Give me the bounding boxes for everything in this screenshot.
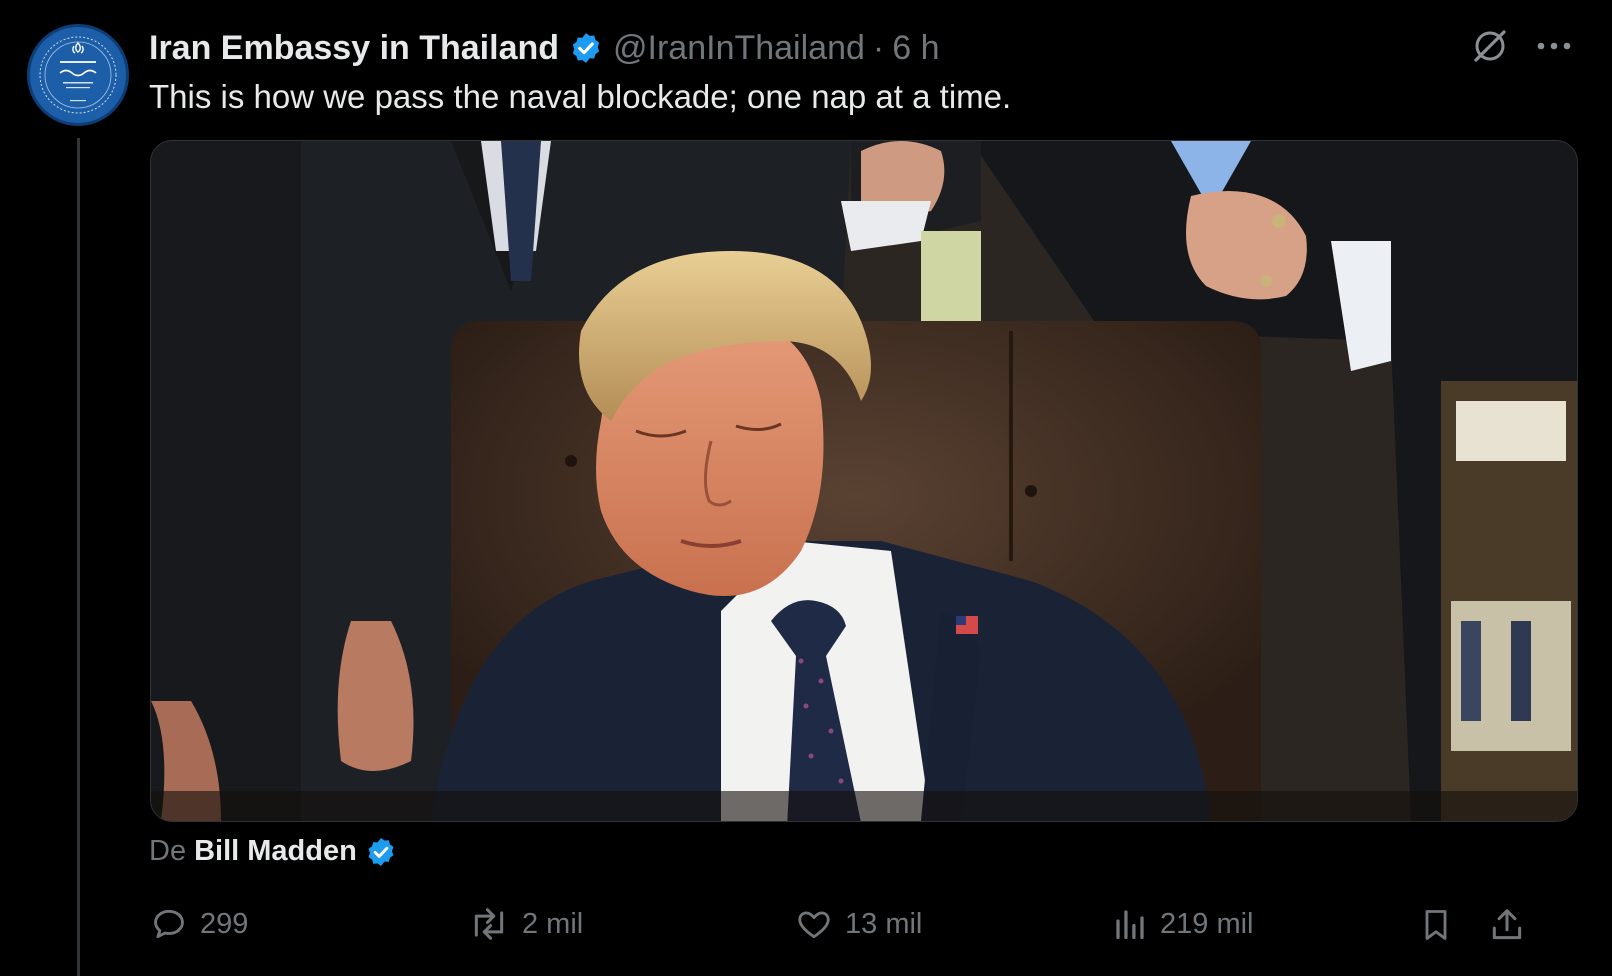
- tweet-header: Iran Embassy in Thailand @IranInThailand…: [149, 26, 940, 70]
- tweet-text: This is how we pass the naval blockade; …: [149, 78, 1012, 115]
- verified-badge-icon: [569, 31, 603, 65]
- bookmark-icon: [1418, 905, 1454, 945]
- bookmark-button[interactable]: [1418, 905, 1466, 945]
- verified-badge-icon: [365, 836, 397, 868]
- tweet-media[interactable]: [150, 140, 1578, 822]
- thread-line: [77, 138, 80, 976]
- header-separator: ·: [872, 28, 885, 67]
- author-display-name[interactable]: Iran Embassy in Thailand: [149, 29, 559, 68]
- attribution-prefix: De: [149, 835, 187, 867]
- views-icon: [1112, 905, 1148, 943]
- repost-count: 2 mil: [522, 907, 584, 940]
- attribution-author-name[interactable]: Bill Madden: [194, 835, 357, 868]
- media-image: [151, 141, 1577, 821]
- embassy-seal-logo: [32, 29, 124, 121]
- repost-icon: [468, 905, 510, 943]
- like-count: 13 mil: [845, 907, 923, 940]
- reply-count: 299: [200, 907, 249, 940]
- share-button[interactable]: [1488, 905, 1538, 945]
- reply-button[interactable]: 299: [150, 905, 248, 943]
- media-attribution: De Bill Madden: [149, 835, 397, 868]
- grok-icon[interactable]: [1470, 26, 1510, 66]
- reply-icon: [150, 905, 188, 943]
- tweet-timestamp[interactable]: 6 h: [892, 29, 939, 68]
- avatar[interactable]: [27, 24, 129, 126]
- author-handle[interactable]: @IranInThailand: [613, 29, 865, 68]
- tweet-action-bar: 299 2 mil 13 mil 219 mil: [150, 905, 1580, 955]
- share-icon: [1488, 905, 1526, 945]
- views-button[interactable]: 219 mil: [1112, 905, 1254, 943]
- view-count: 219 mil: [1160, 907, 1254, 940]
- top-actions: [1470, 26, 1572, 66]
- like-button[interactable]: 13 mil: [795, 905, 922, 943]
- more-icon[interactable]: [1536, 41, 1572, 51]
- heart-icon: [795, 905, 833, 943]
- repost-button[interactable]: 2 mil: [468, 905, 583, 943]
